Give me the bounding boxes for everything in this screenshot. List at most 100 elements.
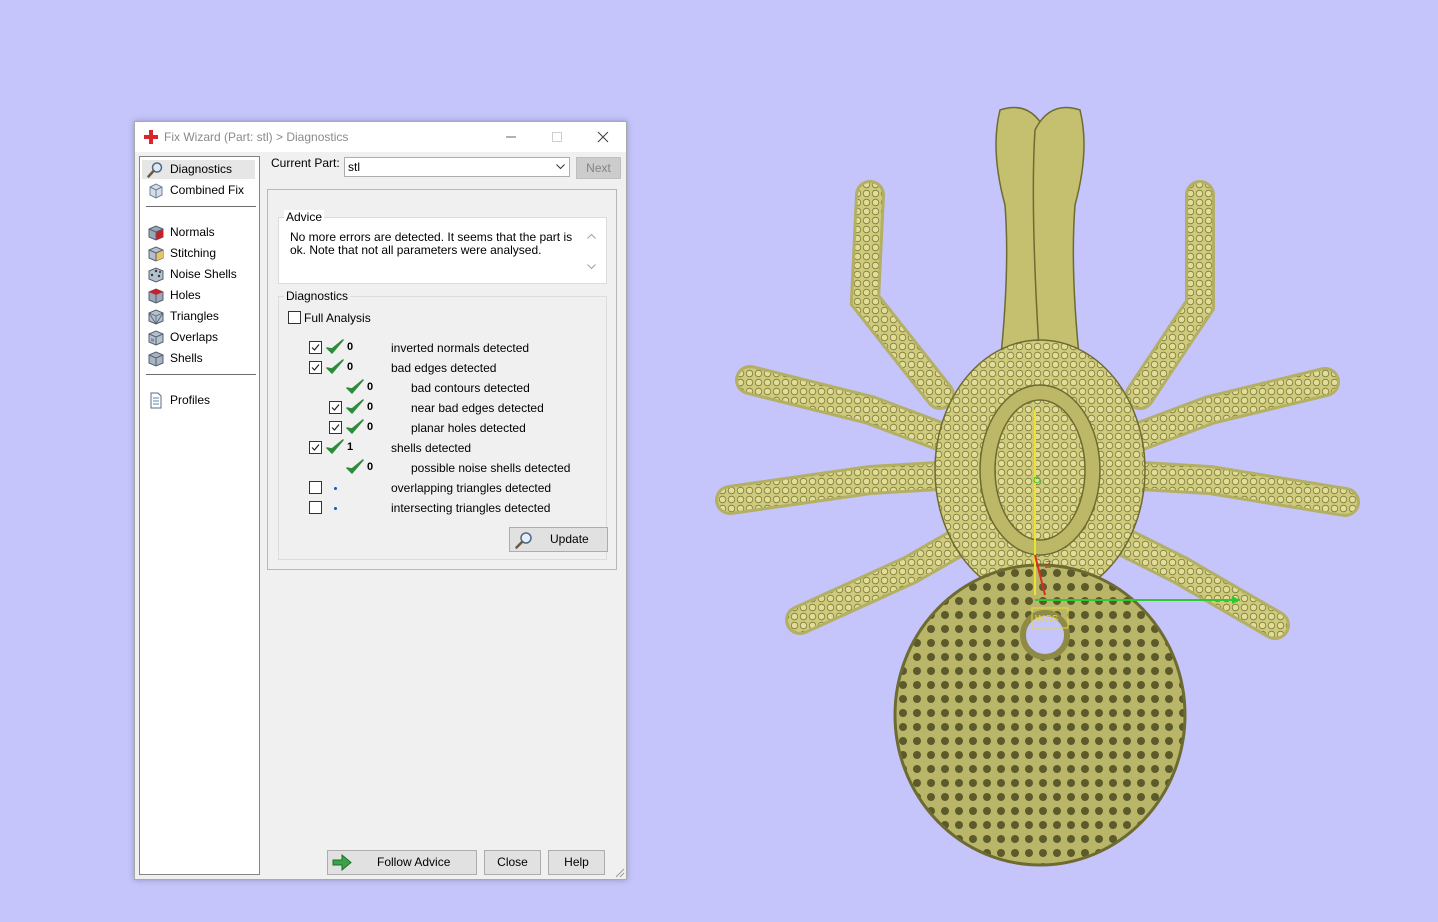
shells-cube-icon bbox=[148, 351, 164, 367]
noise-shells-cube-icon bbox=[148, 267, 164, 283]
near-bad-edges-count: 0 bbox=[367, 401, 374, 413]
checkmark-icon bbox=[331, 404, 340, 411]
follow-advice-button[interactable]: Follow Advice bbox=[327, 850, 477, 875]
bad-edges-count: 0 bbox=[347, 361, 354, 373]
profiles-document-icon bbox=[150, 392, 162, 409]
z-axis-label: Z bbox=[1045, 560, 1051, 571]
near-bad-edges-checkbox[interactable] bbox=[329, 401, 342, 414]
inverted-normals-checkbox[interactable] bbox=[309, 341, 322, 354]
diagnostics-title: Diagnostics bbox=[284, 289, 351, 303]
window-title: Fix Wizard (Part: stl) > Diagnostics bbox=[164, 130, 349, 144]
spider-model bbox=[715, 106, 1360, 867]
help-button[interactable]: Help bbox=[548, 850, 605, 875]
title-bar[interactable]: Fix Wizard (Part: stl) > Diagnostics bbox=[135, 122, 626, 152]
current-part-label: Current Part: bbox=[271, 156, 340, 170]
nav-item-label: Diagnostics bbox=[170, 162, 233, 176]
nav-item-label: Holes bbox=[170, 288, 201, 302]
checkmark-icon bbox=[311, 364, 320, 371]
fix-wizard-dialog: Fix Wizard (Part: stl) > Diagnostics Dia… bbox=[134, 121, 627, 880]
not-analysed-dot-icon bbox=[334, 487, 337, 490]
nav-item-label: Normals bbox=[170, 225, 215, 239]
current-part-select[interactable]: stl bbox=[344, 157, 570, 177]
overlapping-triangles-checkbox[interactable] bbox=[309, 481, 322, 494]
nav-item-stitching[interactable]: Stitching bbox=[142, 244, 255, 263]
overlapping-triangles-label: overlapping triangles detected bbox=[391, 481, 552, 495]
ok-check-icon bbox=[326, 339, 344, 354]
nav-item-normals[interactable]: Normals bbox=[142, 223, 255, 242]
ok-check-icon bbox=[346, 379, 364, 394]
checkmark-icon bbox=[311, 444, 320, 451]
nav-item-profiles[interactable]: Profiles bbox=[142, 391, 255, 410]
resize-grip-icon[interactable] bbox=[615, 868, 625, 878]
nav-separator bbox=[146, 206, 256, 207]
ok-check-icon bbox=[346, 459, 364, 474]
advice-text: No more errors are detected. It seems th… bbox=[290, 230, 573, 257]
ok-check-icon bbox=[326, 359, 344, 374]
update-label: Update bbox=[550, 532, 589, 546]
diagnostics-group: Diagnostics Full Analysis 0 inverted nor… bbox=[278, 289, 608, 560]
bad-contours-count: 0 bbox=[367, 381, 374, 393]
chevron-down-icon bbox=[556, 164, 565, 170]
shells-checkbox[interactable] bbox=[309, 441, 322, 454]
noise-shells-label: possible noise shells detected bbox=[411, 461, 571, 475]
ok-check-icon bbox=[346, 419, 364, 434]
near-bad-edges-label: near bad edges detected bbox=[411, 401, 544, 415]
nav-item-overlaps[interactable]: Overlaps bbox=[142, 328, 255, 347]
nav-item-label: Profiles bbox=[170, 393, 211, 407]
advice-group: Advice No more errors are detected. It s… bbox=[278, 210, 607, 284]
intersecting-triangles-label: intersecting triangles detected bbox=[391, 501, 551, 515]
magnifier-icon bbox=[515, 532, 532, 549]
checkmark-icon bbox=[311, 344, 320, 351]
advice-title: Advice bbox=[284, 210, 325, 224]
nav-item-diagnostics[interactable]: Diagnostics bbox=[142, 160, 255, 179]
triangles-cube-icon bbox=[148, 309, 164, 325]
next-button[interactable]: Next bbox=[576, 157, 621, 179]
planar-holes-checkbox[interactable] bbox=[329, 421, 342, 434]
maximize-icon bbox=[552, 132, 562, 142]
inverted-normals-count: 0 bbox=[347, 341, 354, 353]
intersecting-triangles-checkbox[interactable] bbox=[309, 501, 322, 514]
green-arrow-icon bbox=[332, 854, 352, 871]
nav-item-label: Overlaps bbox=[170, 330, 219, 344]
inverted-normals-label: inverted normals detected bbox=[391, 341, 530, 355]
nav-item-noise-shells[interactable]: Noise Shells bbox=[142, 265, 255, 284]
diagnostics-panel: Advice No more errors are detected. It s… bbox=[267, 189, 617, 570]
bad-contours-label: bad contours detected bbox=[411, 381, 530, 395]
bad-edges-label: bad edges detected bbox=[391, 361, 497, 375]
scroll-up-icon[interactable] bbox=[587, 233, 596, 239]
wizard-navigation: Diagnostics Combined Fix Normals Stitchi… bbox=[139, 156, 260, 875]
follow-advice-label: Follow Advice bbox=[377, 855, 451, 869]
nav-item-shells[interactable]: Shells bbox=[142, 349, 255, 368]
stitching-cube-icon bbox=[148, 246, 164, 262]
full-analysis-label: Full Analysis bbox=[304, 311, 371, 325]
3d-viewport[interactable]: Z WCS bbox=[700, 90, 1380, 880]
nav-item-holes[interactable]: Holes bbox=[142, 286, 255, 305]
minimize-icon bbox=[506, 136, 516, 138]
checkmark-icon bbox=[331, 424, 340, 431]
planar-holes-count: 0 bbox=[367, 421, 374, 433]
not-analysed-dot-icon bbox=[334, 507, 337, 510]
overlaps-cube-icon bbox=[148, 330, 164, 346]
nav-separator bbox=[146, 374, 256, 375]
ok-check-icon bbox=[346, 399, 364, 414]
maximize-button[interactable] bbox=[534, 122, 580, 152]
nav-item-label: Combined Fix bbox=[170, 183, 245, 197]
close-button[interactable]: Close bbox=[484, 850, 541, 875]
combined-fix-icon bbox=[149, 183, 163, 199]
normals-cube-icon bbox=[148, 225, 164, 241]
minimize-button[interactable] bbox=[488, 122, 534, 152]
shells-count: 1 bbox=[347, 441, 354, 453]
scroll-down-icon[interactable] bbox=[587, 264, 596, 270]
nav-item-combined-fix[interactable]: Combined Fix bbox=[142, 181, 255, 200]
nav-item-label: Triangles bbox=[170, 309, 219, 323]
full-analysis-checkbox[interactable] bbox=[288, 311, 301, 324]
close-window-button[interactable] bbox=[580, 122, 626, 152]
update-button[interactable]: Update bbox=[509, 527, 608, 552]
nav-item-triangles[interactable]: Triangles bbox=[142, 307, 255, 326]
close-icon bbox=[597, 131, 609, 143]
holes-cube-icon bbox=[148, 288, 164, 304]
nav-item-label: Stitching bbox=[170, 246, 217, 260]
red-cross-app-icon bbox=[144, 130, 158, 144]
bad-edges-checkbox[interactable] bbox=[309, 361, 322, 374]
planar-holes-label: planar holes detected bbox=[411, 421, 526, 435]
